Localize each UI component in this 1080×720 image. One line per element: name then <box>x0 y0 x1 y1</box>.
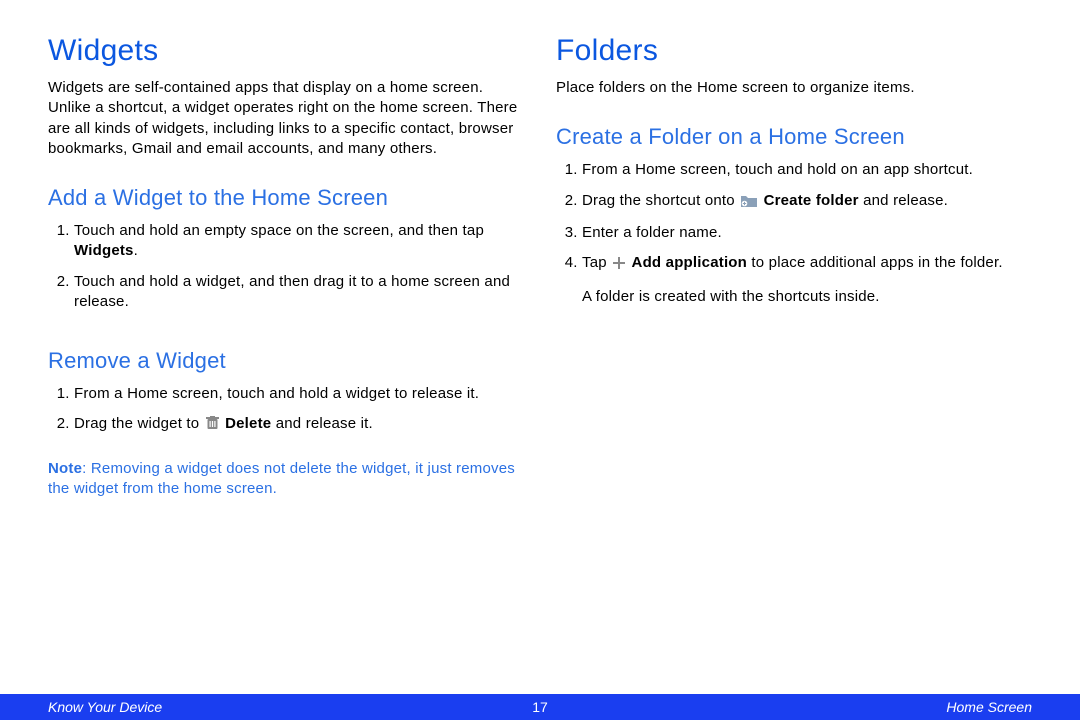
list-item: Tap Add application to place additional … <box>582 253 1032 275</box>
right-column: Folders Place folders on the Home screen… <box>556 28 1032 499</box>
plus-icon <box>613 255 625 275</box>
add-widget-heading: Add a Widget to the Home Screen <box>48 185 524 211</box>
left-column: Widgets Widgets are self-contained apps … <box>48 28 524 499</box>
remove-widget-note: Note: Removing a widget does not delete … <box>48 459 524 500</box>
folders-heading: Folders <box>556 34 1032 68</box>
folders-intro: Place folders on the Home screen to orga… <box>556 78 1032 98</box>
create-folder-result: A folder is created with the shortcuts i… <box>582 287 1032 307</box>
list-item: Touch and hold a widget, and then drag i… <box>74 272 524 313</box>
remove-widget-steps: From a Home screen, touch and hold a wid… <box>48 384 524 447</box>
list-item: Touch and hold an empty space on the scr… <box>74 221 524 262</box>
footer-left: Know Your Device <box>48 699 162 715</box>
list-item: From a Home screen, touch and hold a wid… <box>74 384 524 404</box>
trash-icon <box>206 416 219 436</box>
page-footer: Know Your Device 17 Home Screen <box>0 694 1080 720</box>
add-widget-steps: Touch and hold an empty space on the scr… <box>48 221 524 322</box>
create-folder-heading: Create a Folder on a Home Screen <box>556 124 1032 150</box>
remove-widget-heading: Remove a Widget <box>48 348 524 374</box>
widgets-heading: Widgets <box>48 34 524 68</box>
list-item: From a Home screen, touch and hold on an… <box>582 160 1032 180</box>
footer-right: Home Screen <box>946 699 1032 715</box>
folder-plus-icon <box>741 193 757 213</box>
widgets-intro: Widgets are self-contained apps that dis… <box>48 78 524 159</box>
create-folder-steps: From a Home screen, touch and hold on an… <box>556 160 1032 285</box>
list-item: Drag the shortcut onto Create folder and… <box>582 191 1032 213</box>
list-item: Enter a folder name. <box>582 223 1032 243</box>
list-item: Drag the widget to Delete and release it… <box>74 414 524 436</box>
